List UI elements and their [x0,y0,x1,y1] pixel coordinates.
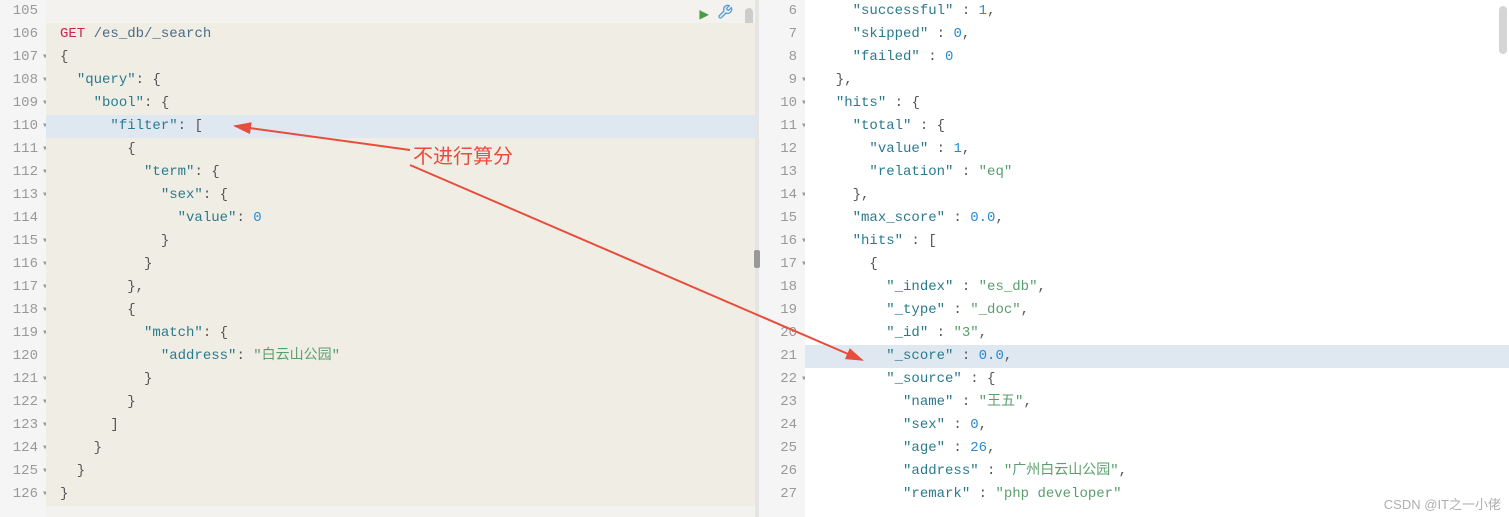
line-number: 19 [759,299,797,322]
code-line[interactable]: "_index" : "es_db", [805,276,1509,299]
code-line[interactable]: } [46,391,755,414]
line-number: 11 [759,115,797,138]
code-line[interactable]: } [46,253,755,276]
line-number: 16 [759,230,797,253]
line-number: 112 [0,161,38,184]
code-line[interactable]: "sex": { [46,184,755,207]
line-number: 20 [759,322,797,345]
line-number: 107 [0,46,38,69]
code-line[interactable]: "skipped" : 0, [805,23,1509,46]
line-number: 120 [0,345,38,368]
code-line[interactable]: "_score" : 0.0, [805,345,1509,368]
line-number: 106 [0,23,38,46]
code-line[interactable]: "relation" : "eq" [805,161,1509,184]
line-number: 7 [759,23,797,46]
line-number: 105 [0,0,38,23]
line-number: 9 [759,69,797,92]
line-number: 21 [759,345,797,368]
line-number: 117 [0,276,38,299]
code-line[interactable]: "value": 0 [46,207,755,230]
line-number: 6 [759,0,797,23]
line-number: 116 [0,253,38,276]
line-number: 115 [0,230,38,253]
response-panel: 6789101112131415161718192021222324252627… [759,0,1509,517]
line-number: 8 [759,46,797,69]
line-number: 26 [759,460,797,483]
code-line[interactable]: }, [46,276,755,299]
line-number: 10 [759,92,797,115]
code-line[interactable]: { [46,299,755,322]
line-number: 114 [0,207,38,230]
code-line[interactable]: } [46,437,755,460]
code-line[interactable]: "hits" : [ [805,230,1509,253]
line-number: 22 [759,368,797,391]
response-code-area[interactable]: "successful" : 1, "skipped" : 0, "failed… [805,0,1509,517]
code-line[interactable]: "term": { [46,161,755,184]
line-number: 125 [0,460,38,483]
code-line[interactable]: "failed" : 0 [805,46,1509,69]
code-line[interactable]: "_id" : "3", [805,322,1509,345]
line-number: 12 [759,138,797,161]
line-number: 13 [759,161,797,184]
line-number: 119 [0,322,38,345]
line-number: 108 [0,69,38,92]
line-number: 25 [759,437,797,460]
right-line-gutter: 6789101112131415161718192021222324252627 [759,0,805,517]
code-line[interactable]: "_type" : "_doc", [805,299,1509,322]
code-line[interactable]: { [46,46,755,69]
code-line[interactable]: "hits" : { [805,92,1509,115]
code-line[interactable]: GET /es_db/_search [46,23,755,46]
request-code-area[interactable]: ▶ GET /es_db/_search{ "query": { "bool":… [46,0,755,517]
code-line[interactable]: "address": "白云山公园" [46,345,755,368]
code-line[interactable]: "match": { [46,322,755,345]
line-number: 123 [0,414,38,437]
code-line[interactable]: "address" : "广州白云山公园", [805,460,1509,483]
line-number: 23 [759,391,797,414]
line-number: 121 [0,368,38,391]
code-line[interactable]: "query": { [46,69,755,92]
line-number: 17 [759,253,797,276]
line-number: 18 [759,276,797,299]
code-line[interactable]: ] [46,414,755,437]
code-line[interactable]: "max_score" : 0.0, [805,207,1509,230]
line-number: 14 [759,184,797,207]
line-number: 110 [0,115,38,138]
code-line[interactable]: "bool": { [46,92,755,115]
code-line[interactable]: } [46,230,755,253]
line-number: 15 [759,207,797,230]
code-line[interactable]: } [46,460,755,483]
code-line[interactable]: { [805,253,1509,276]
code-line[interactable]: } [46,483,755,506]
code-line[interactable]: { [46,138,755,161]
line-number: 27 [759,483,797,506]
line-number: 118 [0,299,38,322]
line-number: 113 [0,184,38,207]
watermark-text: CSDN @IT之一小佬 [1384,494,1501,513]
code-line[interactable]: "sex" : 0, [805,414,1509,437]
code-line[interactable]: } [46,368,755,391]
code-line[interactable]: }, [805,184,1509,207]
line-number: 24 [759,414,797,437]
left-line-gutter: 1051061071081091101111121131141151161171… [0,0,46,517]
code-line[interactable]: "total" : { [805,115,1509,138]
code-line[interactable]: }, [805,69,1509,92]
line-number: 122 [0,391,38,414]
line-number: 126 [0,483,38,506]
line-number: 124 [0,437,38,460]
line-number: 109 [0,92,38,115]
code-line[interactable]: "value" : 1, [805,138,1509,161]
code-line[interactable]: "_source" : { [805,368,1509,391]
code-line[interactable]: "successful" : 1, [805,0,1509,23]
code-line[interactable]: "age" : 26, [805,437,1509,460]
request-editor-panel[interactable]: 1051061071081091101111121131141151161171… [0,0,755,517]
code-line[interactable]: "name" : "王五", [805,391,1509,414]
line-number: 111 [0,138,38,161]
code-line[interactable]: "filter": [ [46,115,755,138]
code-line[interactable] [46,0,755,23]
